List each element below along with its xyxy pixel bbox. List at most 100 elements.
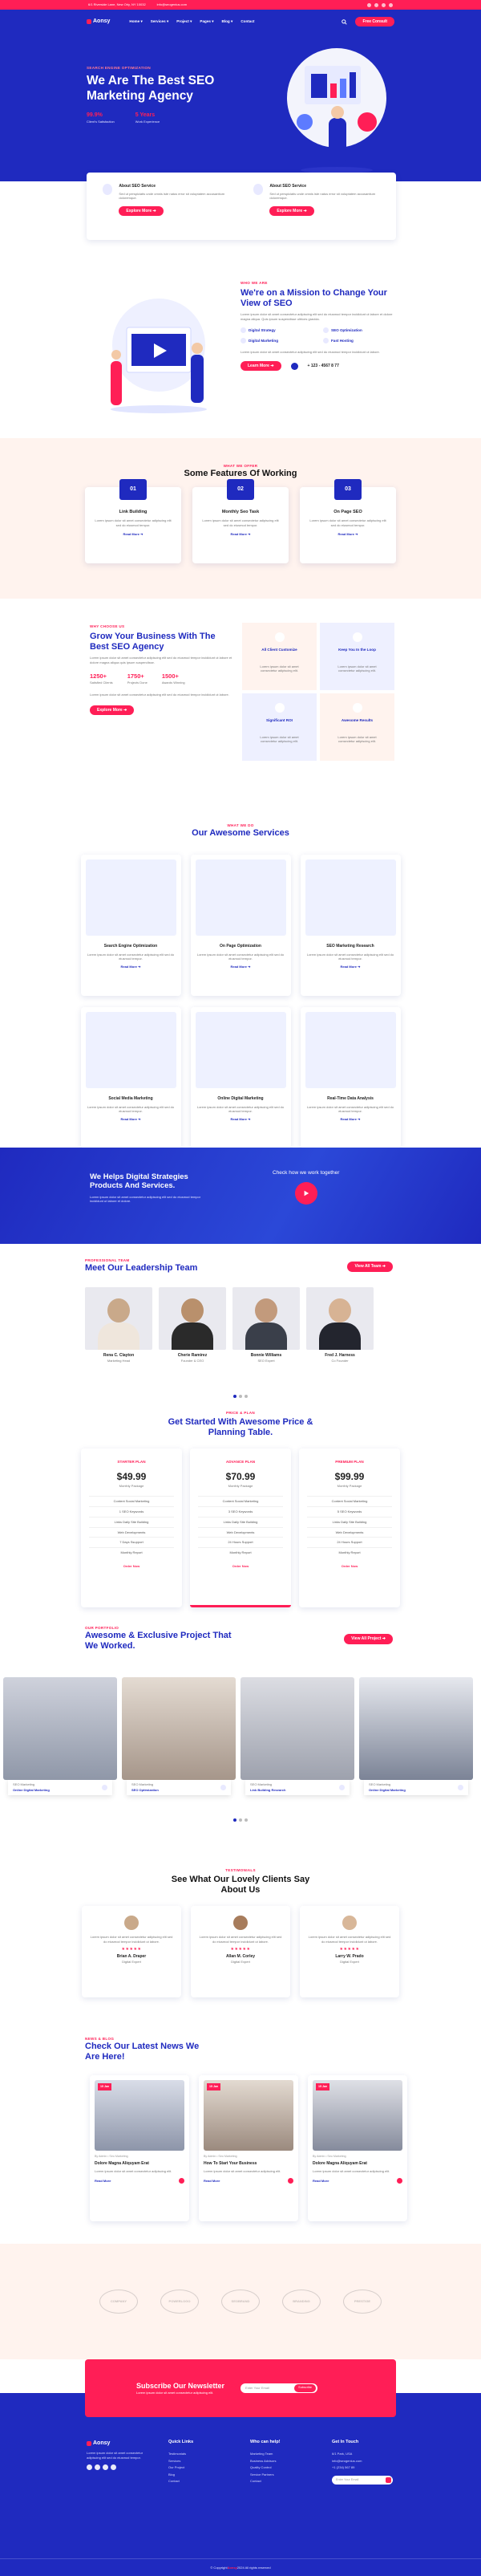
- subscribe-button[interactable]: Subscribe: [294, 2384, 317, 2392]
- read-more-link[interactable]: Read More ➔: [305, 1117, 396, 1121]
- order-now-link[interactable]: Order Now: [89, 1564, 174, 1568]
- footer-link[interactable]: Blog: [168, 2471, 229, 2478]
- view-all-project-button[interactable]: View All Project ➔: [344, 1634, 393, 1644]
- services-section: What We Do Our Awesome Services Search E…: [0, 807, 481, 1148]
- news-card[interactable]: 15 Jan By Admin • Seo Marketing Dolore Mag…: [308, 2075, 407, 2221]
- team-member[interactable]: Fred J. Harness Co Founder: [306, 1287, 374, 1364]
- news-photo: 15 Jan: [313, 2080, 402, 2151]
- phone-number[interactable]: + 123 - 4567 8 77: [308, 364, 339, 369]
- linkedin-icon[interactable]: [382, 2, 386, 7]
- team-member[interactable]: Rena C. Clayton Marketing Head: [85, 1287, 152, 1364]
- counter: 1750+ Projects Done: [127, 672, 148, 685]
- arrow-icon[interactable]: [102, 1784, 107, 1790]
- facebook-icon[interactable]: [87, 2464, 92, 2471]
- rating-stars: ★★★★★: [121, 1947, 142, 1952]
- twitter-icon[interactable]: [95, 2464, 100, 2471]
- service-card: SEO Marketing Research Lorem ipsum dolor …: [300, 854, 401, 996]
- play-button[interactable]: [294, 1181, 317, 1205]
- read-more-link[interactable]: Read More: [313, 2179, 329, 2183]
- read-more-link[interactable]: Read More: [95, 2179, 111, 2183]
- logo[interactable]: Aonsy: [87, 18, 110, 25]
- footer-email[interactable]: info@seogenius.com: [332, 2457, 393, 2464]
- explore-more-button[interactable]: Explore More ➔: [90, 705, 135, 716]
- check-icon: [323, 338, 329, 344]
- footer-link[interactable]: Marketing Team: [250, 2450, 311, 2457]
- order-now-link[interactable]: Order Now: [198, 1564, 283, 1568]
- hero-stat: 99.9% Client's Satisfaction: [87, 112, 115, 124]
- instagram-icon[interactable]: [111, 2464, 116, 2471]
- main-nav: Aonsy Home ▾ Services ▾ Project ▾ Pages …: [0, 10, 481, 34]
- instagram-icon[interactable]: [389, 2, 393, 7]
- search-icon[interactable]: [342, 18, 348, 25]
- send-icon[interactable]: [386, 2477, 391, 2484]
- read-more-link[interactable]: Read More ➔: [200, 532, 281, 536]
- read-more-link[interactable]: Read More ➔: [308, 532, 388, 536]
- footer-link[interactable]: Services: [168, 2457, 229, 2464]
- nav-item-project[interactable]: Project ▾: [176, 19, 192, 24]
- arrow-icon[interactable]: [339, 1784, 345, 1790]
- news-card[interactable]: 15 Jan By Admin • Seo Marketing Dolore Mag…: [90, 2075, 189, 2221]
- arrow-icon[interactable]: [288, 2177, 293, 2184]
- learn-more-button[interactable]: Learn More ➔: [240, 360, 281, 372]
- service-illustration: [85, 1011, 176, 1088]
- footer-link[interactable]: Our Project: [168, 2464, 229, 2472]
- team-member[interactable]: Cherie Ramirez Founder & CEO: [159, 1287, 226, 1364]
- read-more-link[interactable]: Read More: [204, 2179, 220, 2183]
- member-photo: [232, 1287, 300, 1350]
- footer-link[interactable]: Contact: [168, 2478, 229, 2485]
- avatar: [124, 1916, 139, 1931]
- read-more-link[interactable]: Read More ➔: [86, 965, 176, 969]
- read-more-link[interactable]: Read More ➔: [196, 965, 286, 969]
- nav-item-services[interactable]: Services ▾: [151, 19, 168, 24]
- carousel-dots[interactable]: [0, 1395, 481, 1398]
- news-section: News & Blog Check Our Latest News We Are…: [0, 2027, 481, 2244]
- read-more-link[interactable]: Read More ➔: [93, 532, 173, 536]
- news-card[interactable]: 15 Jan By Admin • Seo Marketing How To Sta…: [199, 2075, 298, 2221]
- check-icon: [240, 338, 246, 344]
- linkedin-icon[interactable]: [103, 2464, 108, 2471]
- arrow-icon[interactable]: [458, 1784, 463, 1790]
- footer-link[interactable]: Testimonials: [168, 2450, 229, 2457]
- free-consult-button[interactable]: Free Consult: [355, 16, 394, 27]
- email-link[interactable]: info@seogenius.com: [157, 2, 187, 6]
- service-illustration: [305, 859, 396, 936]
- nav-item-home[interactable]: Home ▾: [129, 19, 142, 24]
- arrow-icon[interactable]: [220, 1784, 226, 1790]
- footer-email-input[interactable]: Enter Your Email: [332, 2476, 393, 2485]
- project-card[interactable]: SEO Marketing Link Building Research: [240, 1677, 354, 1796]
- read-more-link[interactable]: Read More ➔: [196, 1117, 286, 1121]
- projects-section: Our Portfolio Awesome & Exclusive Projec…: [0, 1611, 481, 1852]
- explore-more-button[interactable]: Explore More ➔: [119, 205, 164, 217]
- footer-link[interactable]: Contact: [250, 2478, 311, 2485]
- explore-more-button[interactable]: Explore More ➔: [269, 205, 314, 217]
- check-icon: [323, 327, 329, 334]
- arrow-icon[interactable]: [397, 2177, 402, 2184]
- team-member[interactable]: Bonnie Williams SEO Expert: [232, 1287, 300, 1364]
- project-photo: [3, 1677, 117, 1780]
- view-all-team-button[interactable]: View All Team ➔: [347, 1262, 393, 1272]
- nav-item-contact[interactable]: Contact: [240, 19, 254, 24]
- brand-logo: SEOBRAND: [221, 2290, 260, 2314]
- hero-title: We Are The Best SEO Marketing Agency: [87, 74, 215, 103]
- twitter-icon[interactable]: [374, 2, 378, 7]
- avatar: [342, 1916, 357, 1931]
- project-card[interactable]: SEO Marketing Online Digital Marketing: [3, 1677, 117, 1796]
- read-more-link[interactable]: Read More ➔: [86, 1117, 176, 1121]
- facebook-icon[interactable]: [367, 2, 371, 7]
- nav-item-pages[interactable]: Pages ▾: [200, 19, 213, 24]
- arrow-icon[interactable]: [179, 2177, 184, 2184]
- read-more-link[interactable]: Read More ➔: [305, 965, 396, 969]
- footer-link[interactable]: Quality Control: [250, 2464, 311, 2472]
- mission-item: Fast Hosting: [323, 338, 393, 344]
- footer-phone[interactable]: +1 (234) 567 89: [332, 2464, 393, 2472]
- project-card[interactable]: SEO Marketing SEO Optimization: [122, 1677, 236, 1796]
- footer-link[interactable]: Business Advisors: [250, 2457, 311, 2464]
- carousel-dots[interactable]: [0, 1818, 481, 1822]
- nav-item-blog[interactable]: Blog ▾: [222, 19, 233, 24]
- newsletter-email-input[interactable]: Enter Your Email Subscribe: [240, 2383, 318, 2393]
- project-card[interactable]: SEO Marketing Online Digital Marketing: [359, 1677, 473, 1796]
- order-now-link[interactable]: Order Now: [307, 1564, 392, 1568]
- footer-link[interactable]: Service Partners: [250, 2471, 311, 2478]
- rating-stars: ★★★★★: [230, 1947, 251, 1952]
- footer-logo[interactable]: Aonsy: [87, 2440, 148, 2447]
